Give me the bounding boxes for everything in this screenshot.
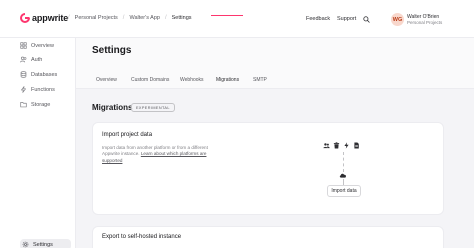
section-title: Migrations bbox=[92, 103, 133, 112]
import-card-description: Import data from another platform or fro… bbox=[102, 145, 222, 164]
import-data-button[interactable]: Import data bbox=[327, 185, 361, 197]
folder-icon bbox=[20, 102, 27, 108]
settings-tabs: Overview Custom Domains Webhooks Migrati… bbox=[76, 72, 474, 89]
experimental-badge: EXPERIMENTAL bbox=[131, 103, 175, 112]
sidebar bbox=[0, 38, 76, 248]
breadcrumb-separator: / bbox=[68, 15, 70, 21]
avatar[interactable]: WG bbox=[391, 13, 404, 26]
tab-overview[interactable]: Overview bbox=[96, 77, 117, 83]
page-title: Settings bbox=[92, 45, 132, 56]
sidebar-item-overview[interactable]: Overview bbox=[20, 42, 54, 49]
trash-icon bbox=[333, 142, 340, 149]
breadcrumb: / Personal Projects / Walter's App / Set… bbox=[63, 15, 192, 21]
gear-icon bbox=[22, 241, 29, 248]
sidebar-item-label: Settings bbox=[33, 241, 53, 248]
top-bar: appwrite / Personal Projects / Walter's … bbox=[0, 0, 474, 38]
import-card-title: Import project data bbox=[102, 132, 153, 138]
lightning-icon bbox=[21, 86, 26, 93]
breadcrumb-separator: / bbox=[164, 15, 167, 21]
users-icon bbox=[20, 56, 27, 63]
file-icon bbox=[354, 142, 359, 149]
tab-migrations[interactable]: Migrations bbox=[216, 77, 239, 83]
breadcrumb-separator: / bbox=[122, 15, 125, 21]
appwrite-logo[interactable]: appwrite bbox=[20, 13, 68, 23]
flow-connector bbox=[343, 152, 344, 172]
lightning-icon bbox=[344, 142, 349, 149]
sidebar-item-storage[interactable]: Storage bbox=[20, 101, 50, 108]
breadcrumb-current: Settings bbox=[171, 15, 192, 21]
support-link[interactable]: Support bbox=[337, 16, 356, 22]
dashboard-icon bbox=[20, 42, 27, 49]
source-platform-icons bbox=[323, 142, 360, 149]
sidebar-item-functions[interactable]: Functions bbox=[20, 86, 55, 93]
feedback-link[interactable]: Feedback bbox=[306, 16, 330, 22]
tab-smtp[interactable]: SMTP bbox=[253, 77, 267, 83]
active-tab-indicator bbox=[211, 15, 243, 16]
users-icon bbox=[323, 143, 330, 149]
sidebar-item-settings[interactable]: Settings bbox=[20, 239, 71, 248]
sidebar-item-label: Storage bbox=[31, 101, 51, 108]
tab-webhooks[interactable]: Webhooks bbox=[180, 77, 204, 83]
database-icon bbox=[20, 71, 27, 78]
tab-custom-domains[interactable]: Custom Domains bbox=[131, 77, 169, 83]
search-icon[interactable] bbox=[363, 16, 370, 23]
sidebar-item-label: Overview bbox=[31, 42, 54, 49]
sidebar-item-label: Auth bbox=[31, 56, 43, 63]
breadcrumb-organization[interactable]: Personal Projects bbox=[75, 15, 118, 21]
sidebar-item-auth[interactable]: Auth bbox=[20, 56, 42, 63]
export-card-title: Export to self-hosted instance bbox=[102, 234, 182, 240]
user-organization: Personal Projects bbox=[407, 20, 443, 25]
sidebar-item-label: Functions bbox=[31, 86, 55, 93]
sidebar-item-label: Databases bbox=[31, 71, 58, 78]
appwrite-logo-icon bbox=[20, 13, 30, 23]
sidebar-item-databases[interactable]: Databases bbox=[20, 71, 57, 78]
cloud-icon bbox=[339, 173, 347, 178]
breadcrumb-project[interactable]: Walter's App bbox=[129, 15, 160, 21]
